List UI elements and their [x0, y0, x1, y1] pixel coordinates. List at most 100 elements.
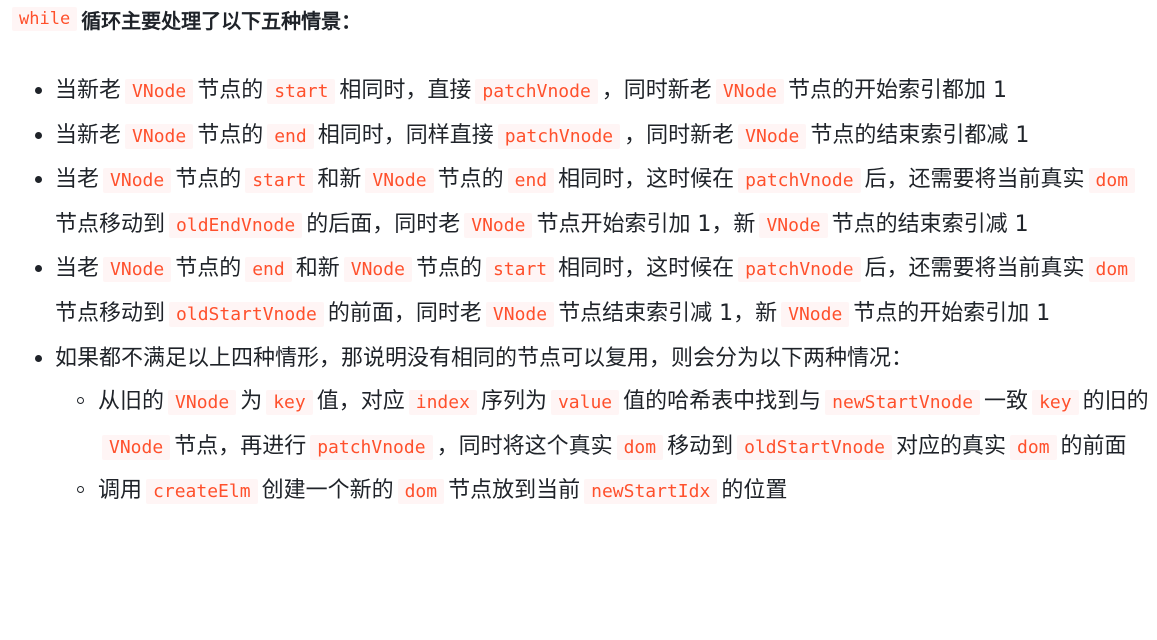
inline-code: end	[267, 123, 314, 149]
inline-code: patchVnode	[497, 123, 621, 149]
inline-code: newStartVnode	[825, 390, 981, 416]
inline-code: end	[507, 168, 555, 194]
inline-code: dom	[1010, 434, 1057, 460]
list-item: 当新老 VNode 节点的 start 相同时，直接 patchVnode ，同时新老 VNo…	[12, 69, 1152, 114]
text-fragment: 当新老	[55, 122, 122, 148]
inline-code: oldEndVnode	[169, 212, 303, 238]
inline-code: dom	[397, 479, 445, 505]
text-fragment: 值，对应	[316, 389, 405, 415]
inline-code: end	[245, 257, 292, 283]
text-fragment: 相同时，直接	[339, 78, 472, 103]
text-fragment: 节点移动到	[55, 211, 166, 237]
text-fragment: 节点的开始索引都加 1	[788, 78, 1007, 103]
text-fragment: 相同时，同样直接	[317, 122, 494, 148]
text-fragment: 从旧的	[98, 389, 165, 415]
inline-code: VNode	[168, 390, 237, 416]
inline-code: start	[485, 257, 555, 283]
inline-code: index	[408, 390, 477, 416]
text-fragment: 的前面	[1060, 433, 1127, 459]
inline-code: patchVnode	[475, 79, 598, 104]
text-fragment: 移动到	[667, 433, 734, 459]
inline-code: VNode	[781, 301, 850, 327]
inline-code: patchVnode	[738, 168, 861, 194]
text-fragment: 节点开始索引加 1，新	[536, 211, 756, 237]
list-item: 当老 VNode 节点的 start 和新 VNode 节点的 end 相同时，这时候在 patc…	[12, 158, 1152, 247]
inline-code: createElm	[146, 479, 258, 505]
heading-text: 循环主要处理了以下五种情景：	[81, 8, 362, 33]
text-fragment: 节点的	[175, 167, 242, 193]
inline-code: VNode	[102, 434, 171, 460]
text-fragment: 的位置	[721, 478, 788, 504]
text-fragment: 值的哈希表中找到与	[623, 389, 822, 415]
text-fragment: 为	[240, 389, 263, 415]
text-fragment: 相同时，这时候在	[558, 256, 735, 282]
inline-code: oldStartVnode	[737, 434, 893, 460]
text-fragment: 节点的	[415, 256, 482, 282]
text-fragment: 节点的结束索引都减 1	[810, 122, 1030, 148]
text-fragment: 节点结束索引减 1，新	[558, 300, 778, 326]
inline-code: start	[267, 79, 336, 104]
text-fragment: 节点的	[437, 167, 504, 193]
text-fragment: 当老	[55, 256, 100, 282]
inline-code: VNode	[715, 79, 784, 104]
inline-code: value	[550, 390, 620, 416]
inline-code: newStartIdx	[584, 479, 718, 505]
inline-code: oldStartVnode	[169, 301, 324, 327]
sub-bullet-list: 从旧的 VNode 为 key 值，对应 index 序列为 value 值的哈希表中找到与 ne…	[55, 380, 1152, 514]
inline-code: VNode	[485, 301, 555, 327]
text-fragment: 和新	[295, 256, 340, 282]
inline-code: key	[1032, 390, 1079, 416]
text-fragment: 的旧的	[1082, 389, 1149, 415]
list-item: 当老 VNode 节点的 end 和新 VNode 节点的 start 相同时，这时候在 patc…	[12, 247, 1152, 336]
text-fragment: 创建一个新的	[261, 478, 394, 504]
inline-code: VNode	[759, 212, 828, 238]
inline-code: patchVnode	[310, 434, 433, 460]
inline-code: dom	[616, 434, 664, 460]
text-fragment: 节点，再进行	[174, 433, 307, 459]
text-fragment: 的后面，同时老	[306, 211, 461, 237]
inline-code: VNode	[103, 257, 172, 283]
text-fragment: 节点的	[175, 256, 242, 282]
sub-list-item: 从旧的 VNode 为 key 值，对应 index 序列为 value 值的哈希表中找到与 ne…	[55, 380, 1152, 469]
text-fragment: 相同时，这时候在	[558, 167, 735, 193]
text-fragment: 节点移动到	[55, 300, 166, 326]
text-fragment: 调用	[98, 478, 143, 504]
inline-code: VNode	[343, 257, 412, 283]
inline-code: VNode	[125, 123, 194, 149]
text-fragment: 节点的开始索引加 1	[853, 300, 1051, 326]
text-fragment: 的前面，同时老	[327, 300, 482, 326]
inline-code: VNode	[125, 79, 194, 104]
section-heading: while 循环主要处理了以下五种情景：	[12, 0, 1152, 38]
text-fragment: 如果都不满足以上四种情形，那说明没有相同的节点可以复用，则会分为以下两种情况：	[55, 345, 914, 371]
list-item: 如果都不满足以上四种情形，那说明没有相同的节点可以复用，则会分为以下两种情况： 从…	[12, 337, 1152, 514]
text-fragment: 当老	[55, 167, 100, 193]
text-fragment: 对应的真实	[896, 433, 1007, 459]
inline-code: dom	[1088, 257, 1136, 283]
inline-code: VNode	[365, 168, 434, 194]
text-fragment: 一致	[984, 389, 1029, 415]
text-fragment: 节点的结束索引减 1	[831, 211, 1029, 237]
article-content: while 循环主要处理了以下五种情景： 当新老 VNode 节点的 start 相同时…	[12, 0, 1152, 505]
bullet-list: 当新老 VNode 节点的 start 相同时，直接 patchVnode ，同时新老 VNo…	[12, 69, 1152, 514]
text-fragment: 节点放到当前	[448, 478, 581, 504]
text-fragment: 后，还需要将当前真实	[864, 167, 1085, 193]
text-fragment: ，同时将这个真实	[436, 433, 613, 459]
inline-code: start	[245, 168, 314, 194]
text-fragment: 当新老	[55, 78, 122, 103]
inline-code: while	[12, 7, 78, 31]
inline-code: VNode	[103, 168, 172, 194]
text-fragment: 后，还需要将当前真实	[864, 256, 1085, 282]
text-fragment: 序列为	[480, 389, 547, 415]
inline-code: dom	[1088, 168, 1136, 194]
list-item: 当新老 VNode 节点的 end 相同时，同样直接 patchVnode ，同时新老 VNo…	[12, 114, 1152, 159]
inline-code: VNode	[738, 123, 807, 149]
text-fragment: 和新	[317, 167, 362, 193]
text-fragment: 节点的	[197, 122, 264, 148]
text-fragment: 节点的	[197, 78, 264, 103]
sub-list-item: 调用 createElm 创建一个新的 dom 节点放到当前 newStartIdx 的位置	[55, 469, 1152, 514]
inline-code: patchVnode	[738, 257, 861, 283]
inline-code: key	[266, 390, 313, 416]
text-fragment: ，同时新老	[601, 78, 712, 103]
inline-code: VNode	[464, 212, 533, 238]
text-fragment: ，同时新老	[624, 122, 735, 148]
